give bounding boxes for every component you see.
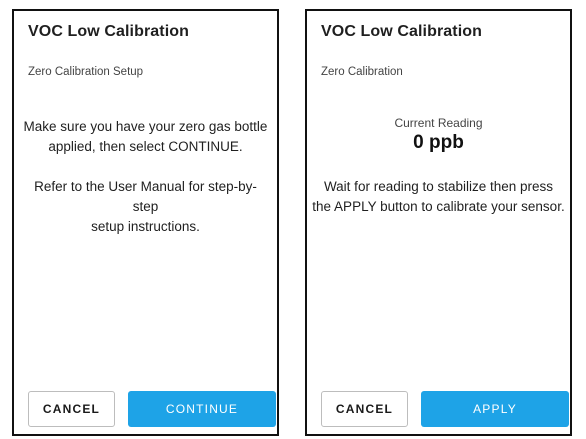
current-reading-label: Current Reading [394, 116, 483, 130]
instruction-line: the APPLY button to calibrate your senso… [312, 199, 565, 214]
screen-title: VOC Low Calibration [28, 23, 190, 40]
apply-button[interactable]: APPLY [421, 391, 569, 427]
calibration-screen: VOC Low Calibration Zero Calibration Cur… [305, 9, 572, 436]
current-reading-value: 0 ppb [413, 132, 464, 153]
cancel-button[interactable]: CANCEL [321, 391, 408, 427]
screen-subtitle: Zero Calibration [321, 66, 403, 78]
instruction-line: applied, then select CONTINUE. [48, 139, 243, 154]
continue-button[interactable]: CONTINUE [128, 391, 276, 427]
setup-instruction-text: Make sure you have your zero gas bottle … [22, 117, 269, 157]
instruction-line: Refer to the User Manual for step-by-ste… [34, 179, 257, 214]
instruction-line: Make sure you have your zero gas bottle [23, 119, 268, 134]
manual-reference-text: Refer to the User Manual for step-by-ste… [22, 177, 269, 237]
instruction-line: setup instructions. [91, 219, 200, 234]
instruction-line: Wait for reading to stabilize then press [323, 179, 554, 194]
cancel-button[interactable]: CANCEL [28, 391, 115, 427]
screen-title: VOC Low Calibration [321, 23, 483, 40]
screen-subtitle: Zero Calibration Setup [28, 66, 144, 78]
apply-instruction-text: Wait for reading to stabilize then press… [309, 177, 568, 217]
setup-screen: VOC Low Calibration Zero Calibration Set… [12, 9, 279, 436]
